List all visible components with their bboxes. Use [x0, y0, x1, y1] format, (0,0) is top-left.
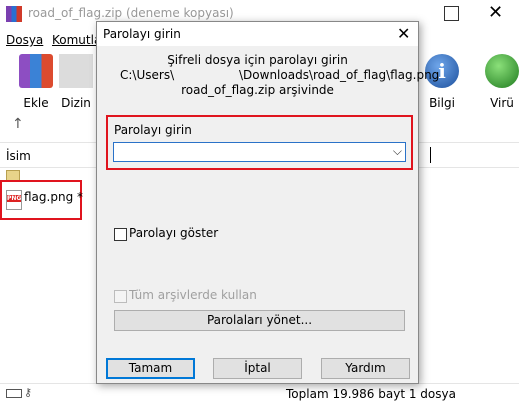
virus-scan-icon	[485, 54, 519, 88]
path-right: \Downloads\road_of_flag\flag.png	[239, 68, 440, 82]
help-button[interactable]: Yardım	[321, 358, 410, 379]
toolbar-virus-label: Virü	[490, 96, 514, 110]
drive-icon	[6, 389, 22, 398]
winrar-add-icon	[19, 54, 53, 88]
menu-dosya[interactable]: Dosya	[6, 33, 43, 47]
key-icon: ⚷	[24, 386, 33, 399]
winrar-app-icon	[6, 6, 22, 22]
maximize-icon[interactable]	[444, 6, 459, 21]
folder-icon	[59, 54, 93, 88]
ok-button[interactable]: Tamam	[106, 358, 195, 379]
toolbar-add-button[interactable]: Ekle	[10, 54, 62, 112]
dialog-titlebar: Parolayı girin ✕	[97, 22, 418, 46]
toolbar-dir-label: Dizin	[61, 96, 91, 110]
file-row-highlighted[interactable]: PNG flag.png *	[0, 180, 83, 220]
password-group: Parolayı girin ⌵	[106, 115, 413, 170]
dialog-close-icon[interactable]: ✕	[397, 24, 410, 43]
window-close-icon[interactable]: ✕	[488, 2, 503, 23]
use-all-archives-checkbox[interactable]	[114, 290, 127, 303]
password-label: Parolayı girin	[114, 123, 192, 137]
password-combo-input[interactable]: ⌵	[113, 142, 406, 162]
password-dialog: Parolayı girin ✕ Şifreli dosya için paro…	[96, 21, 439, 384]
show-password-checkbox[interactable]	[114, 228, 127, 241]
use-all-archives-label: Tüm arşivlerde kullan	[129, 288, 257, 302]
toolbar-virus-button[interactable]: Virü	[476, 54, 519, 112]
text-cursor	[430, 147, 431, 163]
chevron-down-icon[interactable]: ⌵	[393, 144, 402, 159]
toolbar-dir-button[interactable]: Dizin	[56, 54, 96, 112]
show-password-label[interactable]: Parolayı göster	[129, 226, 218, 240]
status-bar: ⚷ Toplam 19.986 bayt 1 dosya	[0, 383, 519, 405]
up-folder-icon[interactable]: ↑	[12, 116, 24, 132]
toolbar-add-label: Ekle	[23, 96, 49, 110]
manage-passwords-button[interactable]: Parolaları yönet...	[114, 310, 405, 331]
info-line-3: road_of_flag.zip arşivinde	[181, 83, 334, 97]
path-left: C:\Users\	[120, 68, 175, 82]
window-title: road_of_flag.zip (deneme kopyası)	[28, 6, 234, 20]
info-line-1: Şifreli dosya için parolayı girin	[167, 53, 348, 67]
toolbar-info-button[interactable]: i Bilgi	[416, 54, 468, 112]
png-file-icon: PNG	[6, 190, 22, 210]
file-name: flag.png *	[24, 190, 83, 204]
dialog-info: Şifreli dosya için parolayı girin C:\Use…	[97, 53, 439, 98]
info-path: C:\Users\ \Downloads\road_of_flag\flag.p…	[97, 68, 439, 83]
dialog-title: Parolayı girin	[103, 27, 181, 41]
column-name-header[interactable]: İsim	[6, 149, 31, 163]
toolbar-info-label: Bilgi	[429, 96, 455, 110]
cancel-button[interactable]: İptal	[213, 358, 302, 379]
status-text: Toplam 19.986 bayt 1 dosya	[286, 387, 456, 401]
